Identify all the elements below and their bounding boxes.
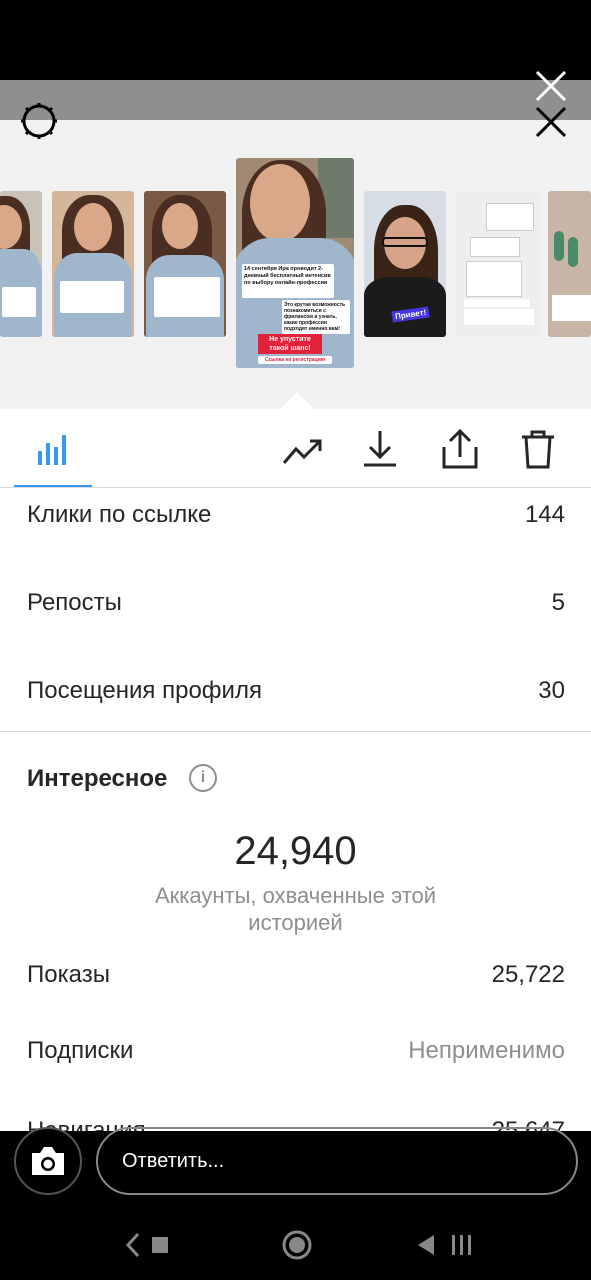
stat-value: Неприменимо — [408, 1037, 565, 1064]
story-cta: Не упустите такой шанс! — [258, 334, 322, 354]
story-thumbnails-strip[interactable]: 14 сентября Ира проводит 2-дневный беспл… — [0, 120, 591, 410]
reach-caption: Аккаунты, охваченные этой историей — [154, 883, 437, 935]
active-tab-indicator — [14, 485, 92, 487]
story-thumbnail[interactable] — [52, 191, 134, 337]
stat-value: 25,722 — [491, 961, 565, 988]
trash-icon[interactable] — [518, 429, 558, 469]
camera-icon — [32, 1147, 64, 1175]
stat-row-follows: Подписки Неприменимо — [27, 1037, 565, 1065]
stat-value: 5 — [551, 589, 565, 616]
insights-toolbar — [0, 409, 591, 488]
story-thumbnail[interactable] — [548, 191, 591, 337]
story-link: Ссылка на регистрацию — [258, 356, 332, 364]
close-overlay-icon[interactable] — [531, 66, 571, 106]
status-bar — [0, 0, 591, 80]
insights-bar-chart-icon[interactable] — [36, 429, 76, 469]
story-caption: 14 сентября Ира проводит 2-дневный беспл… — [242, 264, 334, 298]
section-title: Интересное — [27, 765, 168, 792]
settings-gear-icon[interactable] — [18, 100, 60, 142]
trend-arrow-icon[interactable] — [282, 429, 322, 469]
stat-label: Клики по ссылке — [27, 501, 212, 528]
story-thumbnail[interactable] — [0, 191, 42, 337]
reply-input[interactable]: Ответить... — [96, 1127, 578, 1195]
stat-row-reposts: Репосты 5 — [27, 589, 565, 617]
close-icon[interactable] — [533, 104, 569, 140]
stat-label: Показы — [27, 961, 110, 988]
divider — [0, 731, 591, 732]
camera-button[interactable] — [14, 1127, 82, 1195]
stat-value: 144 — [524, 501, 565, 528]
stat-label: Репосты — [27, 589, 122, 616]
back-nav-icon[interactable] — [122, 1228, 174, 1262]
stat-label: Посещения профиля — [27, 677, 262, 704]
story-thumbnail[interactable]: Привет! — [364, 191, 446, 337]
stat-value: 30 — [538, 677, 565, 704]
stat-label: Подписки — [27, 1037, 134, 1064]
story-caption-2: Это крутая возможность познакомиться с ф… — [282, 300, 350, 334]
recent-apps-nav-icon[interactable] — [414, 1228, 478, 1262]
insights-panel: Клики по ссылке 144 Репосты 5 Посещения … — [0, 409, 591, 1131]
stat-row-link-clicks: Клики по ссылке 144 — [27, 501, 565, 529]
reach-value: 24,940 — [234, 829, 357, 873]
selected-story-thumbnail[interactable]: 14 сентября Ира проводит 2-дневный беспл… — [236, 158, 354, 368]
story-thumbnail[interactable] — [144, 191, 226, 337]
selected-story-pointer — [280, 392, 314, 409]
status-bar-overlay — [0, 80, 591, 120]
download-icon[interactable] — [360, 429, 400, 469]
info-icon[interactable]: i — [189, 764, 217, 792]
stat-row-profile-visits: Посещения профиля 30 — [27, 677, 565, 705]
home-nav-icon[interactable] — [280, 1228, 314, 1262]
stat-row-impressions: Показы 25,722 — [27, 961, 565, 989]
story-thumbnail[interactable] — [456, 191, 538, 337]
share-icon[interactable] — [440, 428, 480, 469]
